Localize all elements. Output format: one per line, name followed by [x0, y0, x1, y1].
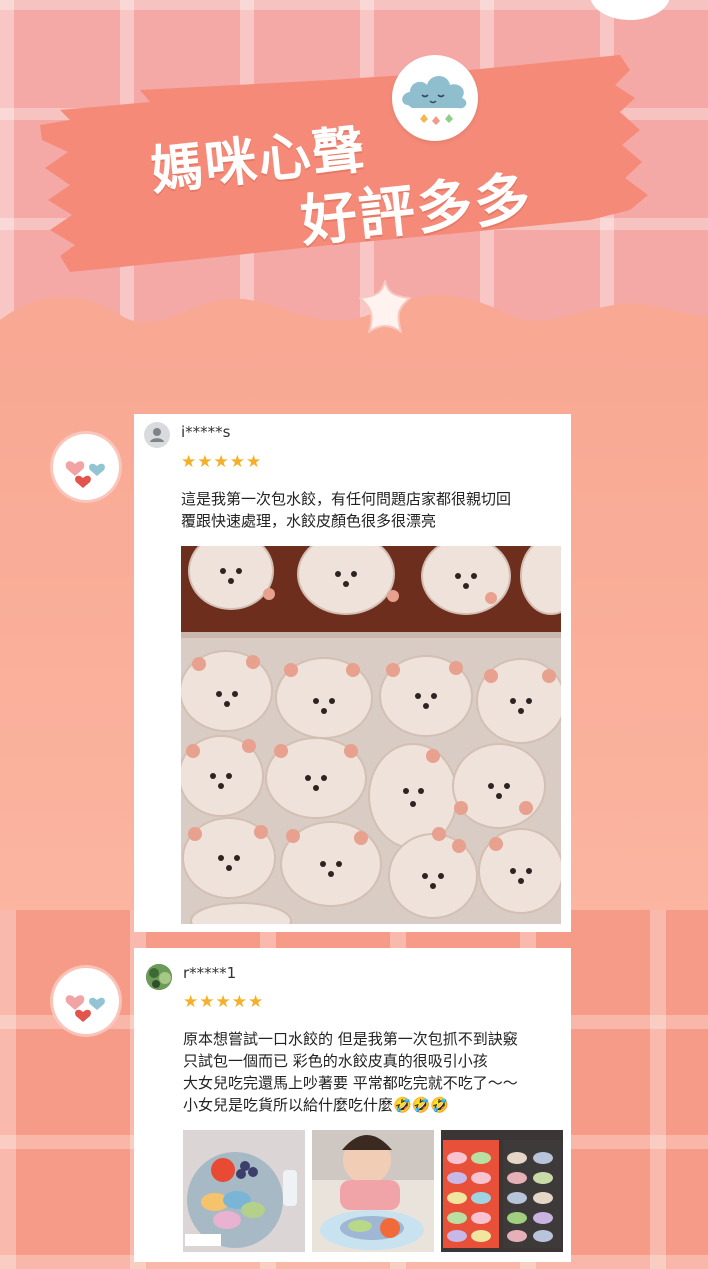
review-line: 原本想嘗試一口水餃的 但是我第一次包抓不到訣竅 — [183, 1030, 518, 1048]
plate-photo — [183, 1130, 305, 1252]
star-rating: ★★★★★ — [181, 452, 263, 472]
hearts-badge-1 — [53, 434, 119, 500]
reviewer-name: r*****1 — [183, 964, 237, 982]
reviewer-name: i*****s — [181, 423, 231, 441]
review-text: 原本想嘗試一口水餃的 但是我第一次包抓不到訣竅 只試包一個而已 彩色的水餃皮真的… — [183, 1028, 518, 1116]
colorful-dumplings-photo — [441, 1130, 563, 1252]
review-photo-thumbnail[interactable] — [183, 1130, 305, 1252]
review-line: 小女兒是吃貨所以給什麼吃什麼🤣🤣🤣 — [183, 1096, 450, 1114]
cloud-badge — [392, 55, 478, 141]
review-card: r*****1 ★★★★★ 原本想嘗試一口水餃的 但是我第一次包抓不到訣竅 只試… — [134, 948, 571, 1262]
avatar[interactable] — [146, 964, 172, 990]
review-card: i*****s ★★★★★ 這是我第一次包水餃，有任何問題店家都很親切回 覆跟快… — [134, 414, 571, 932]
hearts-icon — [65, 995, 105, 1022]
smiling-cloud-icon — [402, 76, 467, 125]
user-placeholder-icon — [150, 428, 164, 442]
hearts-badge-2 — [53, 968, 119, 1034]
star-rating: ★★★★★ — [183, 992, 265, 1012]
review-line: 覆跟快速處理，水餃皮顏色很多很漂亮 — [181, 512, 437, 530]
review-text: 這是我第一次包水餃，有任何問題店家都很親切回 覆跟快速處理，水餃皮顏色很多很漂亮 — [181, 488, 511, 532]
child-eating-photo — [312, 1130, 434, 1252]
review-photo-thumbnail[interactable] — [441, 1130, 563, 1252]
avatar-photo — [146, 964, 172, 990]
bear-dumplings-photo — [181, 546, 561, 924]
review-line: 大女兒吃完還馬上吵著要 平常都吃完就不吃了～～ — [183, 1074, 518, 1092]
review-line: 只試包一個而已 彩色的水餃皮真的很吸引小孩 — [183, 1052, 488, 1070]
avatar[interactable] — [144, 422, 170, 448]
star-icon — [359, 280, 411, 333]
review-photo-thumbnail[interactable] — [312, 1130, 434, 1252]
hearts-icon — [65, 461, 105, 488]
review-photo[interactable] — [181, 546, 561, 924]
review-line: 這是我第一次包水餃，有任何問題店家都很親切回 — [181, 490, 512, 508]
